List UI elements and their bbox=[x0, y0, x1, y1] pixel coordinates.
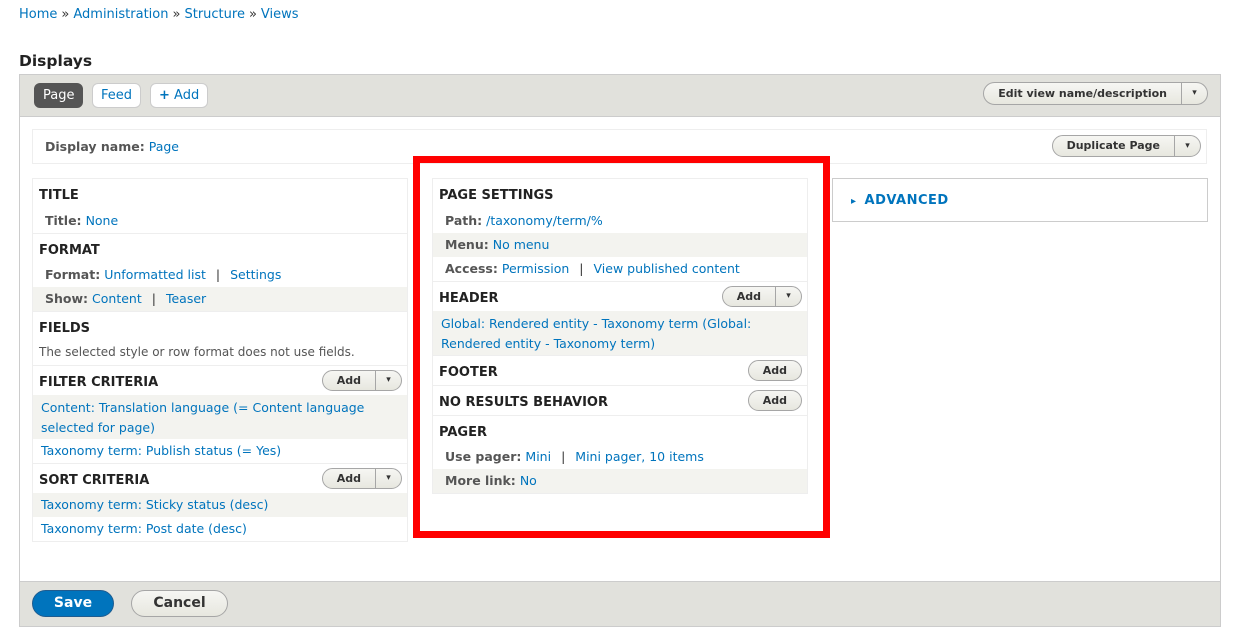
section-title-header: TITLE bbox=[39, 188, 79, 203]
cancel-button[interactable]: Cancel bbox=[131, 590, 228, 617]
chevron-down-icon[interactable]: ▾ bbox=[1182, 83, 1207, 104]
edit-view-button[interactable]: Edit view name/description bbox=[984, 83, 1182, 104]
breadcrumb-separator: » bbox=[172, 7, 181, 22]
edit-view-dropbutton: Edit view name/description ▾ bbox=[983, 82, 1208, 105]
plus-icon: + bbox=[159, 88, 170, 103]
section-sort-header: SORT CRITERIA Add ▾ bbox=[33, 463, 407, 493]
display-name-label: Display name: bbox=[45, 139, 145, 154]
chevron-down-icon[interactable]: ▾ bbox=[1175, 136, 1200, 156]
add-display-button[interactable]: + Add bbox=[150, 83, 209, 108]
duplicate-dropbutton: Duplicate Page ▾ bbox=[1051, 135, 1201, 157]
breadcrumb-views[interactable]: Views bbox=[261, 7, 299, 22]
breadcrumb-administration[interactable]: Administration bbox=[73, 7, 168, 22]
add-sort-button[interactable]: Add bbox=[323, 469, 376, 488]
highlight-box bbox=[413, 156, 830, 538]
section-filter-header: FILTER CRITERIA Add ▾ bbox=[33, 365, 407, 395]
section-format-header: FORMAT bbox=[33, 233, 407, 263]
display-tabs-bar: Page Feed + Add Edit view name/descripti… bbox=[20, 75, 1220, 117]
breadcrumb-home[interactable]: Home bbox=[19, 7, 57, 22]
title-label: Title: bbox=[45, 213, 82, 228]
filter-item[interactable]: Taxonomy term: Publish status (= Yes) bbox=[41, 443, 281, 458]
breadcrumb: Home» Administration» Structure» Views bbox=[19, 7, 299, 22]
filter-add-dropbutton: Add ▾ bbox=[321, 370, 402, 391]
sort-item[interactable]: Taxonomy term: Post date (desc) bbox=[41, 521, 247, 536]
breadcrumb-separator: » bbox=[248, 7, 257, 22]
show-label: Show: bbox=[45, 291, 89, 306]
show-link[interactable]: Content bbox=[92, 291, 142, 306]
triangle-right-icon: ▸ bbox=[851, 196, 857, 207]
format-label: Format: bbox=[45, 267, 101, 282]
tab-page[interactable]: Page bbox=[34, 83, 84, 108]
filter-header-label: FILTER CRITERIA bbox=[39, 375, 159, 390]
format-link[interactable]: Unformatted list bbox=[104, 267, 206, 282]
teaser-link[interactable]: Teaser bbox=[166, 291, 206, 306]
sort-add-dropbutton: Add ▾ bbox=[321, 468, 402, 489]
duplicate-page-button[interactable]: Duplicate Page bbox=[1053, 136, 1175, 156]
advanced-toggle[interactable]: ▸ ADVANCED bbox=[832, 178, 1208, 222]
title-link[interactable]: None bbox=[86, 213, 119, 228]
breadcrumb-structure[interactable]: Structure bbox=[184, 7, 244, 22]
breadcrumb-separator: » bbox=[61, 7, 70, 22]
add-label: Add bbox=[174, 88, 200, 103]
actions-bar: Save Cancel bbox=[20, 581, 1220, 626]
format-settings-link[interactable]: Settings bbox=[230, 267, 281, 282]
sort-item[interactable]: Taxonomy term: Sticky status (desc) bbox=[41, 497, 268, 512]
fields-note: The selected style or row format does no… bbox=[39, 345, 355, 359]
tab-feed[interactable]: Feed bbox=[92, 83, 142, 108]
add-filter-button[interactable]: Add bbox=[323, 371, 376, 390]
display-name-link[interactable]: Page bbox=[149, 139, 179, 154]
chevron-down-icon[interactable]: ▾ bbox=[376, 371, 401, 390]
page-title: Displays bbox=[19, 52, 93, 70]
advanced-label: ADVANCED bbox=[864, 193, 949, 208]
filter-item[interactable]: Content: Translation language (= Content… bbox=[41, 400, 364, 435]
left-column: TITLE Title: None FORMAT Format: Unformatt… bbox=[32, 178, 408, 542]
save-button[interactable]: Save bbox=[32, 590, 114, 617]
chevron-down-icon[interactable]: ▾ bbox=[376, 469, 401, 488]
section-fields-header: FIELDS bbox=[33, 311, 407, 341]
sort-header-label: SORT CRITERIA bbox=[39, 473, 150, 488]
